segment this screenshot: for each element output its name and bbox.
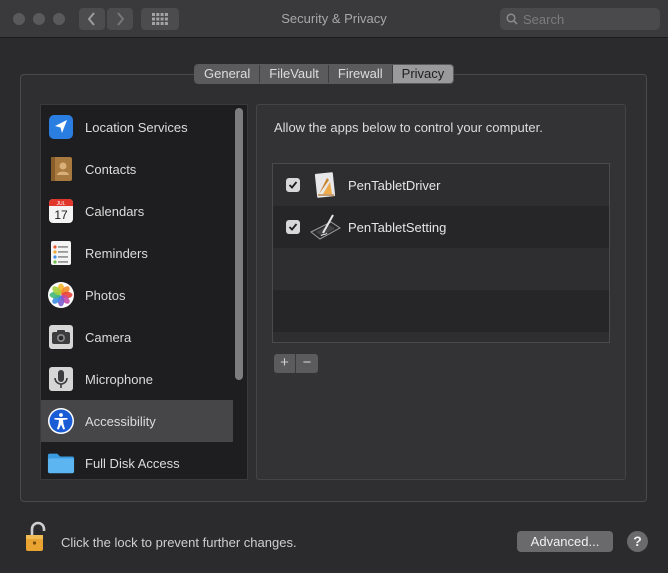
pen-tablet-driver-icon bbox=[309, 169, 341, 201]
reminders-list-icon bbox=[47, 239, 75, 267]
svg-text:17: 17 bbox=[54, 208, 68, 222]
empty-row bbox=[273, 290, 609, 332]
sidebar-item-calendars[interactable]: JUL 17 Calendars bbox=[41, 190, 233, 232]
tab-general[interactable]: General bbox=[195, 65, 261, 83]
add-remove-buttons: + − bbox=[274, 354, 318, 373]
lock-status-text: Click the lock to prevent further change… bbox=[61, 535, 297, 550]
app-name: PenTabletDriver bbox=[348, 177, 441, 193]
checkmark-icon bbox=[288, 181, 298, 189]
microphone-icon bbox=[47, 365, 75, 393]
remove-app-button[interactable]: − bbox=[296, 354, 318, 373]
sidebar-item-label: Photos bbox=[85, 287, 126, 303]
search-input[interactable] bbox=[523, 11, 653, 27]
sidebar-item-label: Camera bbox=[85, 329, 132, 345]
sidebar-item-microphone[interactable]: Microphone bbox=[41, 358, 233, 400]
tab-firewall[interactable]: Firewall bbox=[328, 65, 393, 83]
app-list: PenTabletDriver PenTabletSetting bbox=[272, 163, 610, 343]
pen-tablet-setting-icon bbox=[309, 211, 341, 243]
svg-text:JUL: JUL bbox=[57, 201, 66, 207]
contacts-book-icon bbox=[47, 155, 75, 183]
search-icon bbox=[506, 13, 518, 25]
content-description: Allow the apps below to control your com… bbox=[274, 120, 543, 135]
sidebar-item-label: Contacts bbox=[85, 161, 137, 177]
accessibility-icon bbox=[47, 407, 75, 435]
app-checkbox[interactable] bbox=[286, 178, 300, 192]
lock-icon[interactable] bbox=[24, 521, 48, 553]
empty-row bbox=[273, 332, 609, 342]
app-row-pentabletdriver[interactable]: PenTabletDriver bbox=[273, 164, 609, 206]
sidebar-item-label: Microphone bbox=[85, 371, 153, 387]
sidebar-item-full-disk-access[interactable]: Full Disk Access bbox=[41, 442, 233, 479]
sidebar-item-label: Reminders bbox=[85, 245, 148, 261]
sidebar-item-label: Accessibility bbox=[85, 413, 156, 429]
empty-row bbox=[273, 248, 609, 290]
checkmark-icon bbox=[288, 223, 298, 231]
sidebar-item-location-services[interactable]: Location Services bbox=[41, 106, 233, 148]
sidebar-item-contacts[interactable]: Contacts bbox=[41, 148, 233, 190]
sidebar-item-photos[interactable]: Photos bbox=[41, 274, 233, 316]
sidebar-item-camera[interactable]: Camera bbox=[41, 316, 233, 358]
calendar-icon: JUL 17 bbox=[47, 197, 75, 225]
folder-icon bbox=[47, 449, 75, 477]
sidebar-item-accessibility[interactable]: Accessibility bbox=[41, 400, 233, 442]
app-row-pentabletsetting[interactable]: PenTabletSetting bbox=[273, 206, 609, 248]
privacy-category-list: Location Services Contacts JUL 17 Calend… bbox=[40, 104, 248, 480]
sidebar-item-label: Calendars bbox=[85, 203, 145, 219]
tab-privacy[interactable]: Privacy bbox=[392, 65, 454, 83]
sidebar-item-reminders[interactable]: Reminders bbox=[41, 232, 233, 274]
app-name: PenTabletSetting bbox=[348, 219, 447, 235]
photos-flower-icon bbox=[47, 281, 75, 309]
tab-filevault[interactable]: FileVault bbox=[260, 65, 329, 83]
add-app-button[interactable]: + bbox=[274, 354, 296, 373]
tab-bar: General FileVault Firewall Privacy bbox=[194, 64, 455, 84]
sidebar-item-label: Full Disk Access bbox=[85, 455, 180, 471]
title-bar: Security & Privacy bbox=[0, 0, 668, 38]
sidebar-scrollbar[interactable] bbox=[235, 108, 243, 380]
search-field[interactable] bbox=[500, 8, 660, 30]
app-checkbox[interactable] bbox=[286, 220, 300, 234]
advanced-button[interactable]: Advanced... bbox=[517, 531, 613, 552]
camera-icon bbox=[47, 323, 75, 351]
sidebar-item-label: Location Services bbox=[85, 119, 188, 135]
help-button[interactable]: ? bbox=[627, 531, 648, 552]
location-arrow-icon bbox=[47, 113, 75, 141]
